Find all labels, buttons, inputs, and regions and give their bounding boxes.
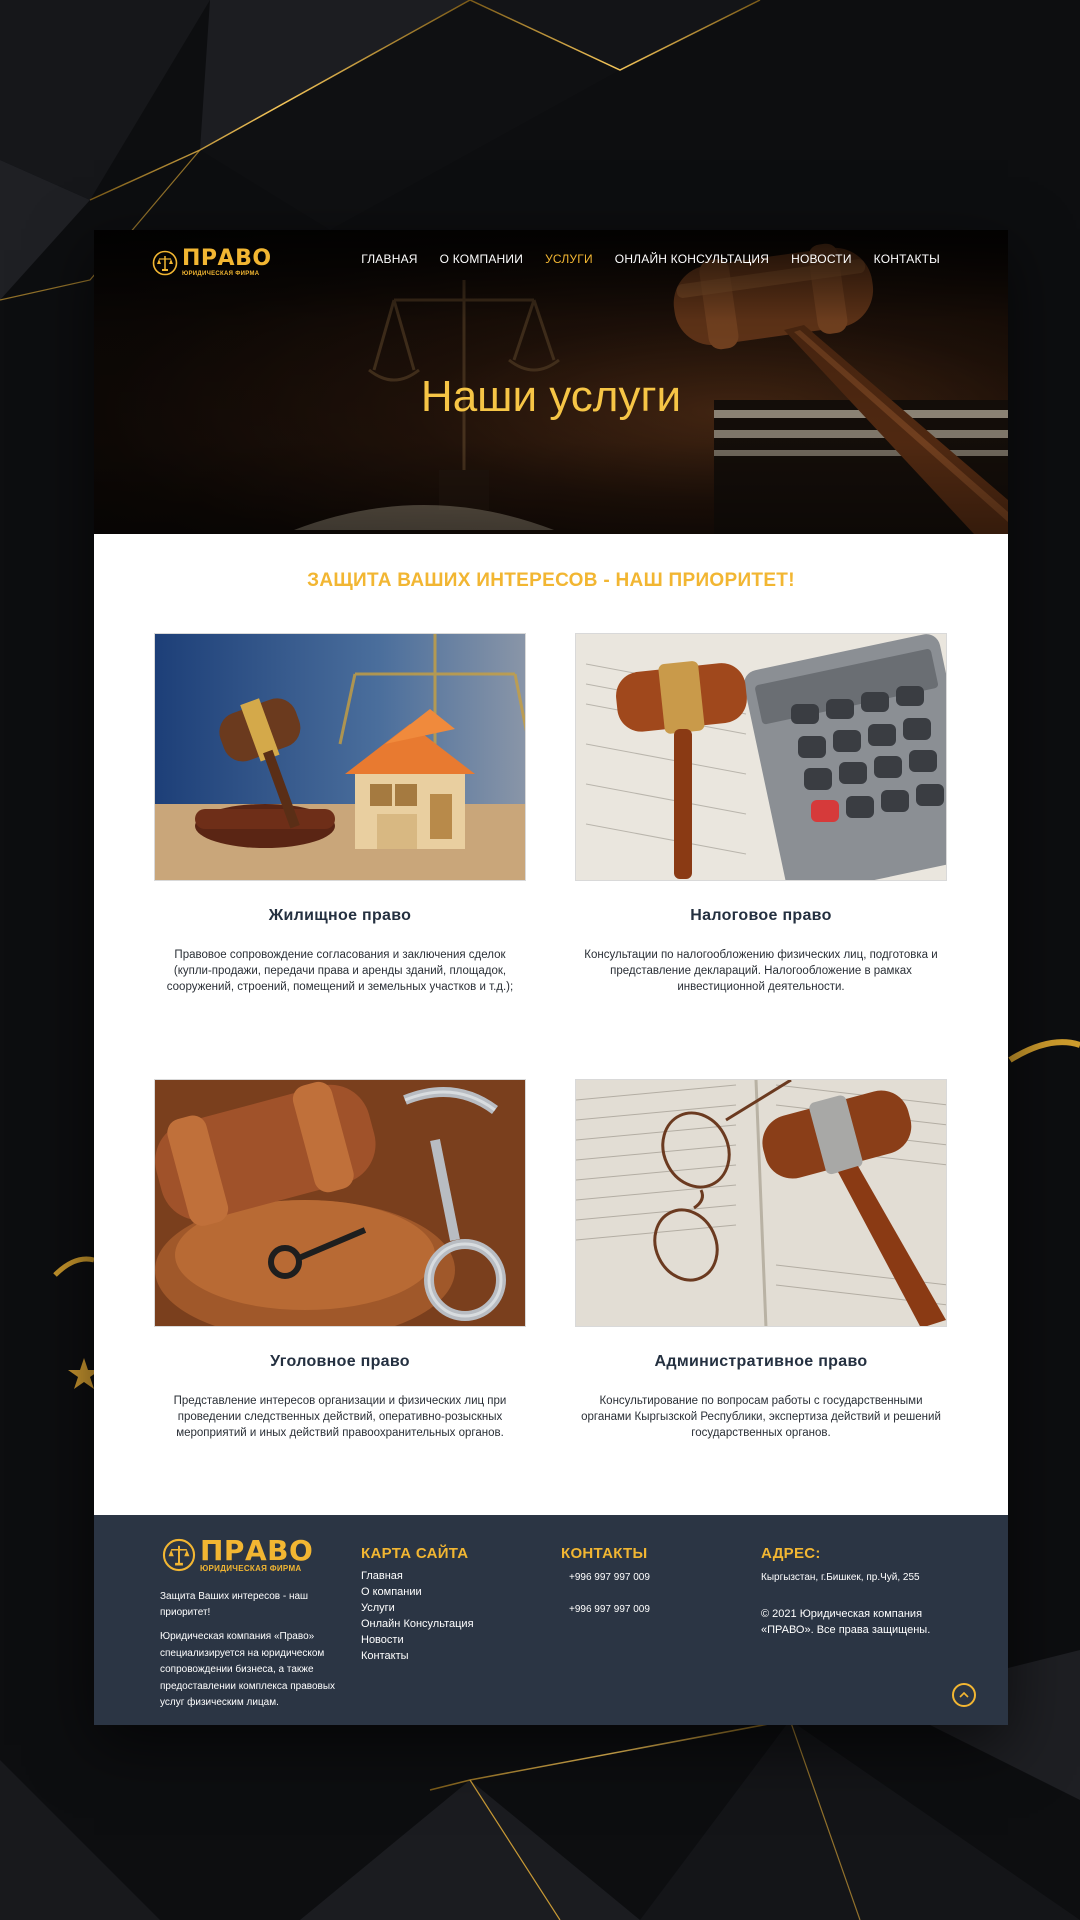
nav-item-news[interactable]: НОВОСТИ [791, 252, 852, 266]
footer-link-about[interactable]: О компании [361, 1584, 474, 1600]
service-title: Административное право [654, 1353, 868, 1370]
phone-number[interactable]: +996 997 997 009 [569, 1602, 650, 1618]
phone-number[interactable]: +996 997 997 009 [569, 1570, 650, 1586]
address-text: Кыргызстан, г.Бишкек, пр.Чуй, 255 [761, 1572, 920, 1583]
nav-item-online-consultation[interactable]: ОНЛАЙН КОНСУЛЬТАЦИЯ [615, 252, 769, 266]
footer-link-news[interactable]: Новости [361, 1632, 474, 1648]
logo-name: ПРАВО [182, 246, 272, 271]
section-slogan: ЗАЩИТА ВАШИХ ИНТЕРЕСОВ - НАШ ПРИОРИТЕТ! [307, 570, 795, 591]
justice-emblem-icon [162, 1538, 196, 1572]
logo-subtitle: ЮРИДИЧЕСКАЯ ФИРМА [200, 1564, 302, 1573]
site-footer: ПРАВО ЮРИДИЧЕСКАЯ ФИРМА Защита Ваших инт… [94, 1515, 1008, 1725]
service-description: Консультирование по вопросам работы с го… [581, 1395, 941, 1439]
footer-about: ПРАВО ЮРИДИЧЕСКАЯ ФИРМА Защита Ваших инт… [160, 1537, 350, 1712]
service-title: Жилищное право [268, 907, 412, 924]
page-container: ПРАВО ЮРИДИЧЕСКАЯ ФИРМА ГЛАВНАЯ О КОМПАН… [94, 230, 1008, 1725]
service-card-criminal: Уголовное право Представление интересов … [154, 1079, 526, 1441]
nav-item-contacts[interactable]: КОНТАКТЫ [874, 252, 940, 266]
scroll-to-top-button[interactable] [952, 1683, 976, 1707]
nav-item-home[interactable]: ГЛАВНАЯ [361, 252, 417, 266]
house-gavel-photo [154, 633, 526, 881]
logo-subtitle: ЮРИДИЧЕСКАЯ ФИРМА [182, 271, 260, 277]
footer-link-contacts[interactable]: Контакты [361, 1648, 474, 1664]
service-title: Уголовное право [270, 1353, 410, 1370]
service-description: Представление интересов организации и фи… [173, 1395, 507, 1439]
footer-link-services[interactable]: Услуги [361, 1600, 474, 1616]
logo-name: ПРАВО [200, 1534, 314, 1567]
chevron-up-icon [959, 1691, 969, 1698]
contacts-heading: КОНТАКТЫ [561, 1545, 648, 1562]
site-logo[interactable]: ПРАВО ЮРИДИЧЕСКАЯ ФИРМА [152, 248, 272, 278]
service-description: Правовое сопровождение согласования и за… [166, 949, 514, 993]
footer-link-online-consultation[interactable]: Онлайн Консультация [361, 1616, 474, 1632]
glasses-gavel-photo [575, 1079, 947, 1327]
service-card-housing: Жилищное право Правовое сопровождение со… [154, 633, 526, 995]
sitemap-heading: КАРТА САЙТА [361, 1545, 469, 1562]
footer-sitemap: КАРТА САЙТА Главная О компании Услуги Он… [361, 1545, 474, 1664]
nav-item-services[interactable]: УСЛУГИ [545, 252, 593, 266]
service-description: Консультации по налогообложению физическ… [584, 949, 938, 993]
service-title: Налоговое право [690, 907, 832, 924]
page-title: Наши услуги [420, 372, 682, 421]
calculator-gavel-photo [575, 633, 947, 881]
footer-logo[interactable]: ПРАВО ЮРИДИЧЕСКАЯ ФИРМА [162, 1537, 350, 1573]
address-heading: АДРЕС: [761, 1545, 821, 1562]
service-card-administrative: Административное право Консультирование … [575, 1079, 947, 1441]
main-navigation: ГЛАВНАЯ О КОМПАНИИ УСЛУГИ ОНЛАЙН КОНСУЛЬ… [361, 252, 940, 266]
footer-address: АДРЕС: Кыргызстан, г.Бишкек, пр.Чуй, 255… [761, 1545, 961, 1638]
justice-emblem-icon [152, 250, 178, 276]
handcuffs-gavel-photo [154, 1079, 526, 1327]
footer-contacts: КОНТАКТЫ +996 997 997 009 +996 997 997 0… [561, 1545, 650, 1618]
footer-link-home[interactable]: Главная [361, 1568, 474, 1584]
service-card-tax: Налоговое право Консультации по налогооб… [575, 633, 947, 995]
footer-about-text: Юридическая компания «Право» специализир… [160, 1631, 336, 1708]
hero-banner: ПРАВО ЮРИДИЧЕСКАЯ ФИРМА ГЛАВНАЯ О КОМПАН… [94, 230, 1008, 534]
nav-item-about[interactable]: О КОМПАНИИ [440, 252, 523, 266]
footer-tagline: Защита Ваших интересов - наш приоритет! [160, 1591, 309, 1618]
copyright-text: © 2021 Юридическая компания «ПРАВО». Все… [761, 1608, 931, 1636]
